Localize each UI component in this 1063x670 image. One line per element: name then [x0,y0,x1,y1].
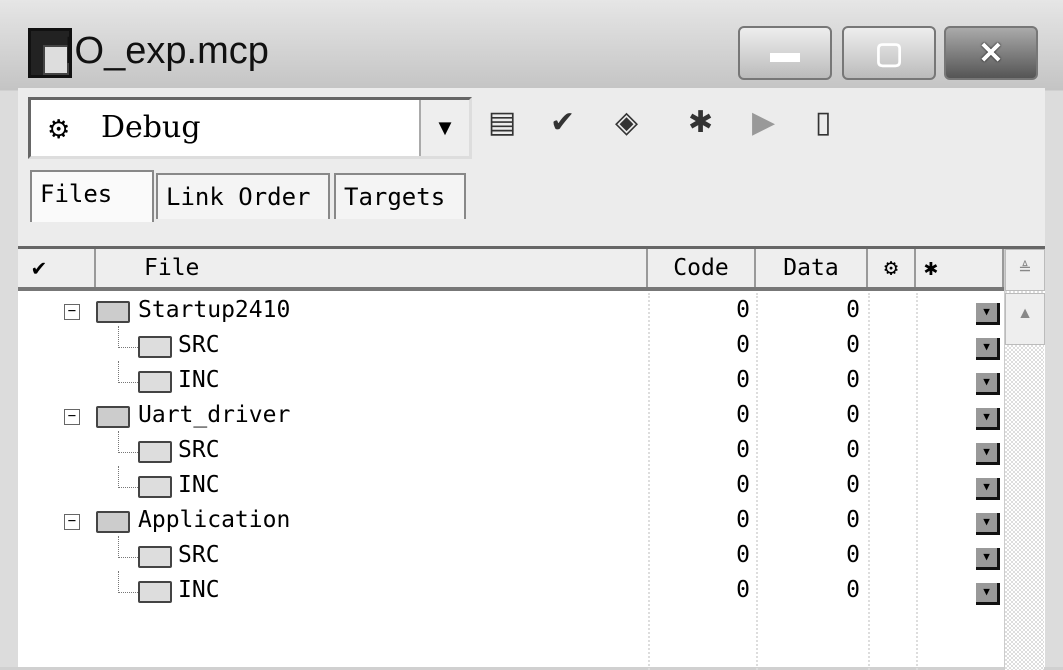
folder-name: INC [178,472,220,498]
debug-dropdown-button[interactable]: ▼ [976,338,1000,360]
scroll-up-button[interactable]: ▲ [1005,293,1045,345]
maximize-button[interactable]: ▢ [842,26,936,80]
file-table: ✔ File Code Data ⚙ ✱ − Startup2410 0 0 ▼ SRC 0… [18,246,1045,670]
folder-icon [138,581,172,603]
debug-dropdown-button[interactable]: ▼ [976,513,1000,535]
code-size: 0 [736,297,750,323]
minimize-button[interactable]: ▬ [738,26,832,80]
target-select[interactable]: ⚙ Debug ▼ [28,97,472,159]
vertical-scrollbar[interactable]: ≜ ▲ [1004,249,1045,670]
code-size: 0 [736,507,750,533]
code-column-header[interactable]: Code [648,249,756,287]
target-value: Debug [101,110,201,145]
tree-line [118,326,138,348]
debug-dropdown-button[interactable]: ▼ [976,583,1000,605]
debug-dropdown-button[interactable]: ▼ [976,373,1000,395]
code-size: 0 [736,332,750,358]
code-size: 0 [736,437,750,463]
project-inspector-icon[interactable]: ▯ [815,105,832,140]
code-size: 0 [736,577,750,603]
data-size: 0 [846,437,860,463]
data-size: 0 [846,472,860,498]
data-size: 0 [846,577,860,603]
debug-dropdown-button[interactable]: ▼ [976,408,1000,430]
data-size: 0 [846,332,860,358]
close-button[interactable]: ✕ [944,26,1038,80]
data-size: 0 [846,507,860,533]
code-size: 0 [736,402,750,428]
checkmark-column-icon[interactable]: ✔ [18,249,96,287]
tree-line [118,571,138,593]
group-name: Uart_driver [138,402,291,428]
data-size: 0 [846,402,860,428]
run-icon[interactable]: ▶ [752,105,775,140]
tab-files[interactable]: Files [30,170,154,222]
table-row[interactable]: SRC 0 0 ▼ [18,536,1004,575]
group-name: Startup2410 [138,297,291,323]
folder-icon [138,546,172,568]
table-row[interactable]: − Uart_driver 0 0 ▼ [18,400,1004,435]
code-size: 0 [736,542,750,568]
synchronize-icon[interactable]: ✔ [550,105,575,140]
window-title: IO_exp.mcp [64,30,269,72]
table-row[interactable]: INC 0 0 ▼ [18,466,1004,505]
file-column-header[interactable]: File [96,249,648,287]
debug-icon[interactable]: ✱ [688,105,713,140]
table-row[interactable]: INC 0 0 ▼ [18,571,1004,610]
settings-icon[interactable]: ▤ [488,105,516,140]
debug-dropdown-button[interactable]: ▼ [976,443,1000,465]
folder-name: INC [178,577,220,603]
tree-line [118,536,138,558]
table-header: ✔ File Code Data ⚙ ✱ [18,249,1004,291]
group-name: Application [138,507,291,533]
tab-link-order[interactable]: Link Order [156,173,330,219]
folder-name: SRC [178,437,220,463]
data-size: 0 [846,542,860,568]
debug-dropdown-button[interactable]: ▼ [976,303,1000,325]
data-column-header[interactable]: Data [756,249,868,287]
folder-icon [138,476,172,498]
collapse-icon[interactable]: − [64,304,80,320]
debug-dropdown-button[interactable]: ▼ [976,478,1000,500]
group-folder-icon [96,511,130,533]
scroll-top-icon[interactable]: ≜ [1005,249,1045,291]
project-window: IO_exp.mcp ▬ ▢ ✕ ⚙ Debug ▼ ▤ ✔ ◈ ✱ ▶ ▯ F… [0,0,1063,670]
table-row[interactable]: SRC 0 0 ▼ [18,326,1004,365]
folder-name: INC [178,367,220,393]
debug-column-icon[interactable]: ✱ [916,249,1004,287]
tree-line [118,361,138,383]
table-row[interactable]: − Application 0 0 ▼ [18,505,1004,540]
code-size: 0 [736,472,750,498]
data-size: 0 [846,297,860,323]
folder-name: SRC [178,542,220,568]
folder-icon [138,441,172,463]
make-icon[interactable]: ◈ [615,105,638,140]
table-row[interactable]: SRC 0 0 ▼ [18,431,1004,470]
group-folder-icon [96,406,130,428]
code-size: 0 [736,367,750,393]
target-column-icon[interactable]: ⚙ [868,249,916,287]
group-folder-icon [96,301,130,323]
debug-dropdown-button[interactable]: ▼ [976,548,1000,570]
target-icon: ⚙ [47,114,71,144]
folder-name: SRC [178,332,220,358]
folder-icon [138,371,172,393]
collapse-icon[interactable]: − [64,514,80,530]
table-row[interactable]: INC 0 0 ▼ [18,361,1004,400]
folder-icon [138,336,172,358]
tree-line [118,431,138,453]
table-row[interactable]: − Startup2410 0 0 ▼ [18,295,1004,330]
collapse-icon[interactable]: − [64,409,80,425]
tab-targets[interactable]: Targets [334,173,466,219]
data-size: 0 [846,367,860,393]
chevron-down-icon[interactable]: ▼ [419,100,469,156]
tree-line [118,466,138,488]
